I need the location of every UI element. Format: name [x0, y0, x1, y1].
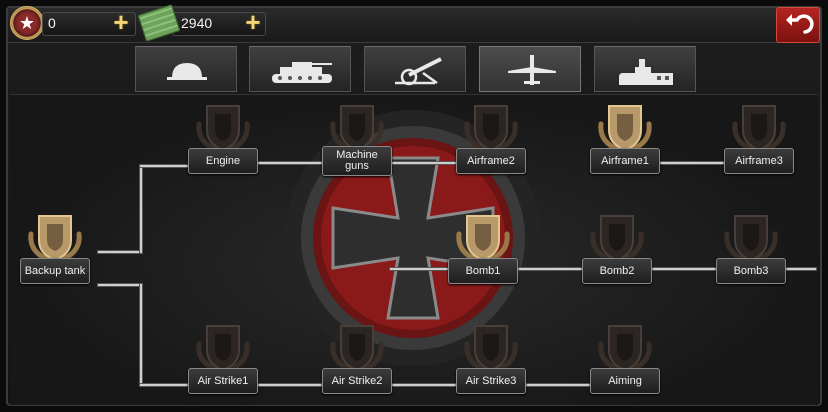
shield-gold-icon [598, 105, 652, 153]
connector-line [784, 268, 816, 270]
add-cash-plus-icon[interactable]: + [242, 9, 264, 35]
shield-dark-icon [464, 325, 518, 373]
shield-gold-icon [28, 215, 82, 263]
stars-value: 0 [48, 15, 56, 31]
connector-line [390, 384, 458, 386]
connector-line [98, 251, 140, 253]
connector-line [650, 268, 718, 270]
node-label: Bomb2 [582, 258, 652, 284]
node-machine-guns[interactable]: Machine guns [322, 100, 392, 180]
return-arrow-icon [786, 14, 814, 34]
shield-dark-icon [732, 105, 786, 153]
node-label: Machine guns [322, 146, 392, 176]
connector-line [140, 384, 190, 386]
node-engine[interactable]: Engine [188, 100, 258, 180]
node-air-strike1[interactable]: Air Strike1 [188, 320, 258, 400]
node-backup-tank[interactable]: Backup tank [20, 210, 90, 290]
connector-line [256, 384, 324, 386]
aircraft-icon [508, 55, 556, 85]
shield-gold-icon [456, 215, 510, 263]
connector-line [140, 165, 142, 253]
cash-value: 2940 [181, 15, 213, 31]
connector-line [524, 384, 592, 386]
node-airframe1[interactable]: Airframe1 [590, 100, 660, 180]
connector-line [140, 165, 190, 167]
connector-line [98, 284, 140, 286]
helmet-icon [167, 63, 207, 80]
tab-aircraft[interactable] [479, 46, 581, 92]
bunker-icon [619, 59, 673, 85]
shield-dark-icon [196, 105, 250, 153]
tank-icon [272, 62, 332, 83]
tab-buildings[interactable] [594, 46, 696, 92]
node-air-strike2[interactable]: Air Strike2 [322, 320, 392, 400]
node-label: Backup tank [20, 258, 90, 284]
connector-line [516, 268, 584, 270]
shield-dark-icon [724, 215, 778, 263]
node-label: Airframe1 [590, 148, 660, 174]
connector-line [140, 284, 142, 384]
node-label: Air Strike1 [188, 368, 258, 394]
connector-line [256, 162, 324, 164]
connector-line [658, 162, 726, 164]
shield-dark-icon [330, 325, 384, 373]
tab-tanks[interactable] [249, 46, 351, 92]
node-bomb3[interactable]: Bomb3 [716, 210, 786, 290]
node-label: Airframe3 [724, 148, 794, 174]
tab-infantry[interactable] [135, 46, 237, 92]
connector-line [390, 162, 458, 164]
star-medal-icon: ★ [10, 6, 44, 40]
node-label: Air Strike3 [456, 368, 526, 394]
artillery-icon [395, 57, 442, 86]
node-air-strike3[interactable]: Air Strike3 [456, 320, 526, 400]
node-label: Bomb3 [716, 258, 786, 284]
shield-dark-icon [196, 325, 250, 373]
shield-dark-icon [590, 215, 644, 263]
shield-dark-icon [598, 325, 652, 373]
node-label: Aiming [590, 368, 660, 394]
tab-artillery[interactable] [364, 46, 466, 92]
back-button[interactable] [776, 7, 820, 43]
add-stars-plus-icon[interactable]: + [110, 9, 132, 35]
node-label: Airframe2 [456, 148, 526, 174]
shield-dark-icon [464, 105, 518, 153]
node-label: Bomb1 [448, 258, 518, 284]
node-bomb1[interactable]: Bomb1 [448, 210, 518, 290]
node-label: Air Strike2 [322, 368, 392, 394]
connector-line [390, 268, 452, 270]
node-label: Engine [188, 148, 258, 174]
node-airframe2[interactable]: Airframe2 [456, 100, 526, 180]
node-airframe3[interactable]: Airframe3 [724, 100, 794, 180]
node-bomb2[interactable]: Bomb2 [582, 210, 652, 290]
node-aiming[interactable]: Aiming [590, 320, 660, 400]
